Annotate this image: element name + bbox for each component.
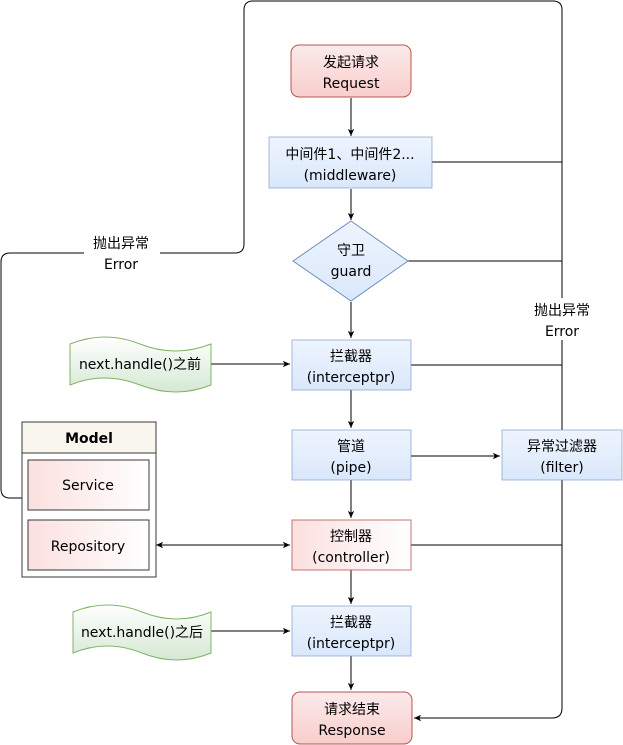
service-label: Service	[62, 478, 114, 494]
pipe-node: 管道 (pipe)	[291, 429, 412, 481]
controller-subtitle: (controller)	[312, 550, 390, 566]
note-after-label: next.handle()之后	[81, 625, 203, 641]
interceptor-before-subtitle: (interceptpr)	[307, 370, 396, 386]
error-label-left: 抛出异常 Error	[84, 232, 160, 274]
request-title: 发起请求	[323, 55, 379, 71]
middleware-title: 中间件1、中间件2...	[285, 147, 414, 163]
model-container: Model Service Repository	[21, 421, 157, 578]
flow-diagram: 发起请求 Request 中间件1、中间件2... (middleware) 守…	[0, 0, 623, 745]
error-left-subtitle: Error	[104, 257, 138, 273]
middleware-subtitle: (middleware)	[304, 168, 397, 184]
interceptor-before-title: 拦截器	[330, 349, 372, 365]
middleware-node: 中间件1、中间件2... (middleware)	[268, 136, 433, 189]
pipe-title: 管道	[337, 439, 365, 455]
guard-title: 守卫	[337, 243, 365, 259]
filter-node: 异常过滤器 (filter)	[501, 429, 623, 481]
response-subtitle: Response	[318, 723, 385, 739]
response-node: 请求结束 Response	[291, 691, 413, 745]
pipe-subtitle: (pipe)	[330, 460, 371, 476]
interceptor-after-node: 拦截器 (interceptpr)	[291, 605, 412, 657]
request-subtitle: Request	[323, 76, 380, 92]
response-title: 请求结束	[324, 702, 380, 718]
error-left-title: 抛出异常	[93, 236, 149, 252]
interceptor-after-subtitle: (interceptpr)	[307, 636, 396, 652]
note-before: next.handle()之前	[69, 336, 212, 393]
controller-title: 控制器	[330, 529, 372, 545]
note-after: next.handle()之后	[72, 604, 212, 661]
request-node: 发起请求 Request	[290, 44, 412, 98]
guard-subtitle: guard	[331, 264, 372, 280]
error-right-subtitle: Error	[545, 324, 579, 340]
interceptor-after-title: 拦截器	[330, 615, 372, 631]
filter-subtitle: (filter)	[540, 460, 584, 476]
repository-box: Repository	[27, 519, 150, 571]
error-label-right: 抛出异常 Error	[525, 298, 601, 340]
controller-node: 控制器 (controller)	[291, 519, 412, 571]
interceptor-before-node: 拦截器 (interceptpr)	[291, 339, 412, 391]
error-right-title: 抛出异常	[534, 303, 590, 319]
guard-node: 守卫 guard	[292, 220, 409, 302]
service-box: Service	[27, 459, 150, 511]
note-before-label: next.handle()之前	[79, 356, 201, 373]
model-title: Model	[65, 431, 113, 447]
filter-title: 异常过滤器	[527, 439, 597, 455]
repository-label: Repository	[51, 539, 125, 555]
